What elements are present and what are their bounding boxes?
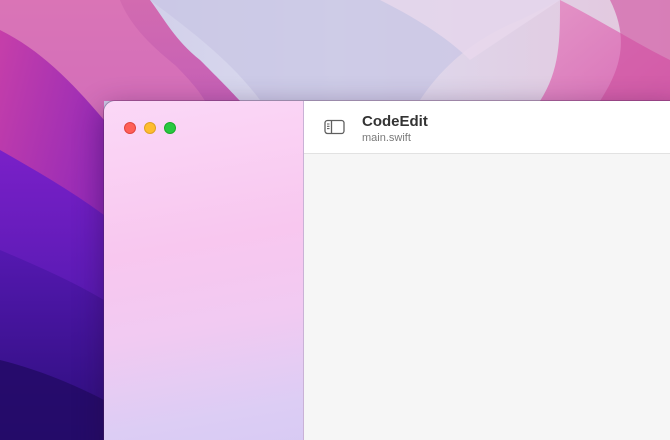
window-title: CodeEdit: [362, 113, 428, 130]
app-window: CodeEdit main.swift: [104, 101, 670, 440]
window-controls: [124, 122, 176, 134]
desktop: CodeEdit main.swift: [0, 0, 670, 440]
sidebar: [104, 101, 304, 440]
sidebar-left-icon: [324, 119, 345, 135]
editor-area: CodeEdit main.swift: [304, 101, 670, 440]
minimize-button[interactable]: [144, 122, 156, 134]
window-subtitle: main.swift: [362, 132, 411, 144]
zoom-button[interactable]: [164, 122, 176, 134]
toolbar: CodeEdit main.swift: [304, 101, 670, 154]
window-title-block: CodeEdit main.swift: [362, 113, 428, 145]
sidebar-toggle-button[interactable]: [324, 119, 346, 135]
close-button[interactable]: [124, 122, 136, 134]
